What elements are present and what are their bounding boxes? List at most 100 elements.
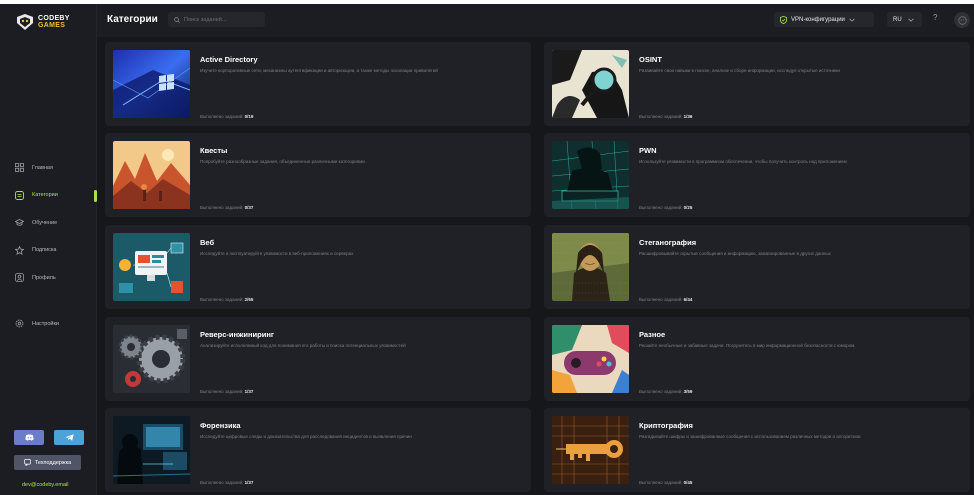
telegram-button[interactable] bbox=[54, 430, 84, 445]
grid-icon bbox=[14, 163, 24, 173]
brand-line1: CODEBY bbox=[38, 14, 70, 22]
sidebar-item-profile[interactable]: Профиль bbox=[0, 264, 97, 292]
sidebar-item-categories[interactable]: Категории bbox=[0, 182, 97, 210]
category-title: Active Directory bbox=[200, 55, 258, 64]
category-progress: Выполнено заданий: 1/37 bbox=[200, 389, 253, 394]
chevron-down-icon bbox=[907, 18, 914, 22]
sidebar-nav: Главная Категории Обучение Подписка Проф… bbox=[0, 154, 97, 292]
category-description: Развивайте свои навыки в поиске, анализе… bbox=[639, 68, 840, 73]
category-card-pwn[interactable]: PWN Используйте уязвимости в программном… bbox=[544, 133, 970, 217]
category-progress: Выполнено заданий: 1/36 bbox=[639, 114, 692, 119]
progress-label: Выполнено заданий: bbox=[200, 389, 244, 394]
avatar[interactable] bbox=[954, 12, 970, 28]
category-description: Решайте необычные и забавные задачи. Пог… bbox=[639, 343, 856, 348]
progress-label: Выполнено заданий: bbox=[639, 480, 683, 485]
category-progress: Выполнено заданий: 2/65 bbox=[200, 297, 253, 302]
category-description: Попробуйте разнообразные задания, объеди… bbox=[200, 159, 365, 164]
progress-label: Выполнено заданий: bbox=[639, 389, 683, 394]
progress-value: 1/36 bbox=[683, 114, 693, 119]
sidebar-item-label: Категории bbox=[32, 192, 58, 199]
category-progress: Выполнено заданий: 6/44 bbox=[639, 297, 692, 302]
category-progress: Выполнено заданий: 0/37 bbox=[200, 205, 253, 210]
category-thumbnail bbox=[552, 325, 629, 393]
category-progress: Выполнено заданий: 3/59 bbox=[639, 389, 692, 394]
category-thumbnail bbox=[113, 416, 190, 484]
category-thumbnail bbox=[552, 233, 629, 301]
category-title: OSINT bbox=[639, 55, 662, 64]
progress-value: 0/19 bbox=[244, 114, 254, 119]
star-icon bbox=[14, 245, 24, 255]
progress-label: Выполнено заданий: bbox=[200, 114, 244, 119]
vpn-config-dropdown[interactable]: VPN-конфигурации bbox=[774, 12, 874, 27]
sidebar-item-learning[interactable]: Обучение bbox=[0, 209, 97, 237]
category-thumbnail bbox=[552, 416, 629, 484]
sidebar: CODEBY GAMES Главная Категории Обучение … bbox=[0, 4, 97, 495]
language-select[interactable]: RU bbox=[887, 12, 922, 27]
language-value: RU bbox=[893, 16, 902, 23]
progress-label: Выполнено заданий: bbox=[639, 114, 683, 119]
sidebar-item-label: Профиль bbox=[32, 274, 56, 281]
progress-label: Выполнено заданий: bbox=[639, 297, 683, 302]
category-title: Стеганография bbox=[639, 238, 697, 247]
progress-label: Выполнено заданий: bbox=[200, 205, 244, 210]
gear-icon bbox=[14, 319, 24, 329]
progress-label: Выполнено заданий: bbox=[639, 205, 683, 210]
user-avatar-icon bbox=[957, 15, 967, 25]
category-description: Расшифровывайте скрытые сообщения и инфо… bbox=[639, 251, 831, 256]
category-progress: Выполнено заданий: 0/25 bbox=[639, 205, 692, 210]
telegram-icon bbox=[64, 434, 74, 441]
category-title: Квесты bbox=[200, 146, 228, 155]
progress-label: Выполнено заданий: bbox=[200, 297, 244, 302]
sidebar-item-home[interactable]: Главная bbox=[0, 154, 97, 182]
category-title: PWN bbox=[639, 146, 657, 155]
search-box bbox=[168, 12, 265, 27]
category-title: Разное bbox=[639, 330, 666, 339]
help-button[interactable]: ? bbox=[933, 13, 937, 22]
support-button[interactable]: Техподдержка bbox=[14, 455, 81, 470]
category-card-reverse[interactable]: Реверс-инжиниринг Анализируйте исполняем… bbox=[105, 317, 531, 401]
sidebar-item-label: Главная bbox=[32, 164, 53, 171]
category-card-steganography[interactable]: Стеганография Расшифровывайте скрытые со… bbox=[544, 225, 970, 309]
category-card-active-directory[interactable]: Active Directory Изучите корпоративные с… bbox=[105, 42, 531, 126]
progress-value: 0/45 bbox=[683, 480, 693, 485]
category-progress: Выполнено заданий: 1/37 bbox=[200, 480, 253, 485]
category-card-crypto[interactable]: Криптография Разгадывайте шифры и зашифр… bbox=[544, 408, 970, 492]
category-thumbnail bbox=[552, 50, 629, 118]
user-email[interactable]: dev@codeby.email bbox=[22, 482, 68, 488]
category-card-misc[interactable]: Разное Решайте необычные и забавные зада… bbox=[544, 317, 970, 401]
sidebar-item-settings[interactable]: Настройки bbox=[0, 310, 97, 338]
progress-value: 2/65 bbox=[244, 297, 254, 302]
progress-value: 6/44 bbox=[683, 297, 693, 302]
user-icon bbox=[14, 273, 24, 283]
logo-icon bbox=[17, 14, 33, 30]
category-grid: Active Directory Изучите корпоративные с… bbox=[97, 37, 974, 495]
category-card-forensics[interactable]: Форензика Исследуйте цифровые следы и до… bbox=[105, 408, 531, 492]
category-thumbnail bbox=[113, 325, 190, 393]
progress-value: 3/59 bbox=[683, 389, 693, 394]
search-input[interactable] bbox=[184, 16, 264, 23]
sidebar-settings-group: Настройки bbox=[0, 310, 97, 338]
sidebar-item-label: Настройки bbox=[32, 320, 59, 327]
progress-value: 1/37 bbox=[244, 389, 254, 394]
category-description: Используйте уязвимости в программном обе… bbox=[639, 159, 847, 164]
category-thumbnail bbox=[113, 233, 190, 301]
learning-icon bbox=[14, 218, 24, 228]
category-card-osint[interactable]: OSINT Развивайте свои навыки в поиске, а… bbox=[544, 42, 970, 126]
search-icon bbox=[174, 16, 180, 23]
category-thumbnail bbox=[113, 141, 190, 209]
category-title: Реверс-инжиниринг bbox=[200, 330, 274, 339]
category-card-web[interactable]: Веб Исследуйте и эксплуатируйте уязвимос… bbox=[105, 225, 531, 309]
progress-value: 0/25 bbox=[683, 205, 693, 210]
category-card-quests[interactable]: Квесты Попробуйте разнообразные задания,… bbox=[105, 133, 531, 217]
sidebar-item-label: Подписка bbox=[32, 247, 57, 254]
category-title: Форензика bbox=[200, 421, 241, 430]
support-label: Техподдержка bbox=[34, 459, 72, 466]
category-title: Веб bbox=[200, 238, 215, 247]
category-progress: Выполнено заданий: 0/45 bbox=[639, 480, 692, 485]
discord-icon bbox=[24, 434, 34, 441]
sidebar-item-subscription[interactable]: Подписка bbox=[0, 237, 97, 265]
brand-logo[interactable]: CODEBY GAMES bbox=[16, 12, 76, 32]
discord-button[interactable] bbox=[14, 430, 44, 445]
progress-value: 0/37 bbox=[244, 205, 254, 210]
support-icon bbox=[23, 459, 31, 466]
